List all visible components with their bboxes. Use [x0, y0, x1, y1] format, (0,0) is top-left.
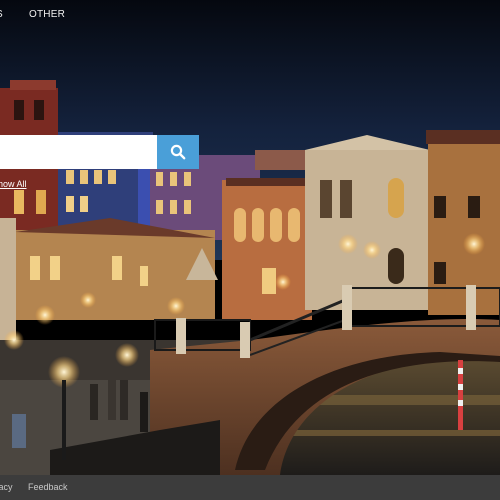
top-nav: S OTHER	[0, 0, 500, 28]
page: S OTHER how All vacy Feedback	[0, 0, 500, 500]
footer: vacy Feedback	[0, 475, 500, 500]
search-input[interactable]	[0, 135, 157, 169]
footer-privacy-link[interactable]: vacy	[0, 482, 13, 492]
nav-item-other[interactable]: OTHER	[29, 9, 65, 20]
footer-feedback-link[interactable]: Feedback	[28, 482, 68, 492]
background-photo	[0, 0, 500, 475]
search-button[interactable]	[157, 135, 199, 169]
search-icon	[170, 144, 186, 160]
show-all-link[interactable]: how All	[0, 179, 27, 189]
nav-item-partial[interactable]: S	[0, 9, 3, 20]
